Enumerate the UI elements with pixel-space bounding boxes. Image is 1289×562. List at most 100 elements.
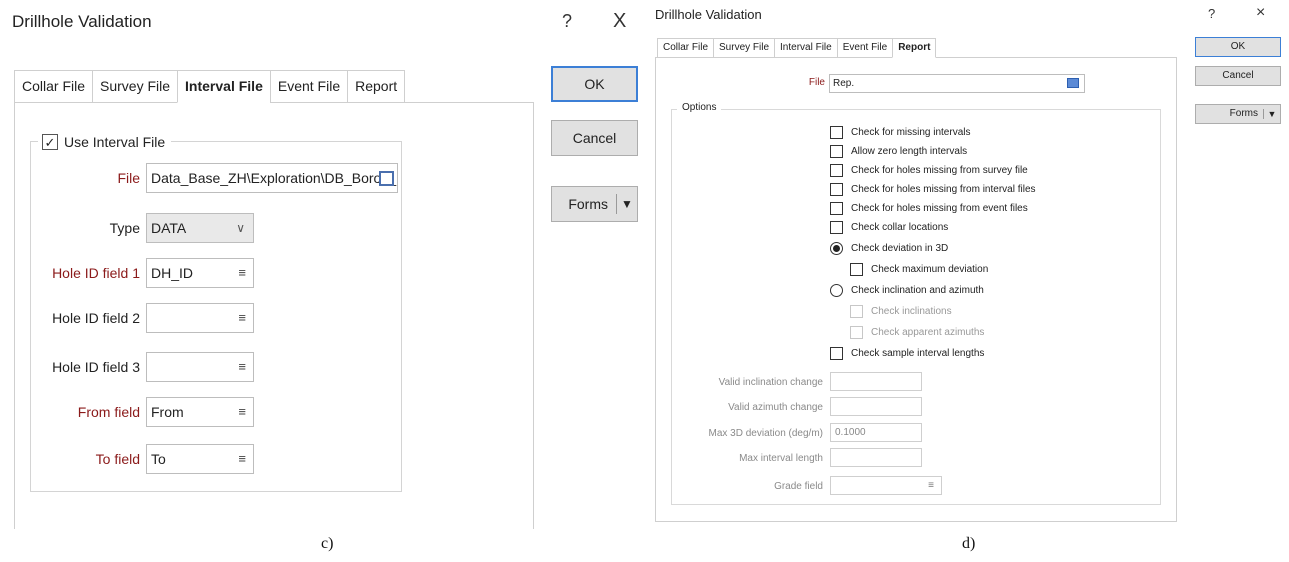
forms-label: Forms — [568, 196, 608, 212]
checkbox — [850, 304, 863, 318]
type-select[interactable]: DATA ∨ — [146, 213, 254, 243]
tab-collar-file[interactable]: Collar File — [657, 38, 714, 58]
field-list-icon[interactable]: ≡ — [928, 477, 934, 494]
from-field-input[interactable]: From ≡ — [146, 397, 254, 427]
type-label: Type — [109, 220, 140, 236]
option-apparent-azimuths: Check apparent azimuths — [830, 325, 1036, 339]
checkbox[interactable] — [830, 220, 843, 234]
hole-id-field-2-input[interactable]: ≡ — [146, 303, 254, 333]
file-path: Data_Base_ZH\Exploration\DB_Borov_Doll_ — [151, 170, 397, 186]
max-3d-deviation-input[interactable]: 0.1000 — [830, 423, 922, 442]
azimuth-change-label: Valid azimuth change — [728, 402, 823, 413]
option-zero-length[interactable]: Allow zero length intervals — [830, 144, 1036, 158]
field-list-icon[interactable]: ≡ — [238, 304, 246, 332]
tab-bar: Collar File Survey File Interval File Ev… — [657, 38, 937, 58]
incl-change-input[interactable] — [830, 372, 922, 391]
checkbox[interactable] — [830, 201, 843, 215]
help-icon[interactable]: ? — [562, 11, 572, 32]
field-list-icon[interactable]: ≡ — [238, 259, 246, 287]
option-label: Allow zero length intervals — [851, 145, 968, 157]
option-missing-interval[interactable]: Check for holes missing from interval fi… — [830, 182, 1036, 196]
field-list-icon[interactable]: ≡ — [238, 398, 246, 426]
dropdown-arrow-icon[interactable]: ▼ — [1264, 105, 1280, 123]
tab-interval-file[interactable]: Interval File — [774, 38, 837, 58]
option-missing-event[interactable]: Check for holes missing from event files — [830, 201, 1036, 215]
ok-button[interactable]: OK — [551, 66, 638, 102]
option-incl-azimuth[interactable]: Check inclination and azimuth — [830, 283, 1036, 297]
max-3d-deviation-label: Max 3D deviation (deg/m) — [708, 428, 824, 439]
azimuth-change-input[interactable] — [830, 397, 922, 416]
option-deviation-3d[interactable]: Check deviation in 3D — [830, 241, 1036, 255]
hole-id-field-1-input[interactable]: DH_ID ≡ — [146, 258, 254, 288]
tab-report[interactable]: Report — [347, 70, 406, 103]
tab-bar: Collar File Survey File Interval File Ev… — [14, 70, 406, 103]
tab-report[interactable]: Report — [892, 38, 937, 58]
checkbox[interactable] — [830, 144, 843, 158]
grade-field-input[interactable]: ≡ — [830, 476, 942, 495]
max-interval-input[interactable] — [830, 448, 922, 467]
checkbox[interactable] — [830, 163, 843, 177]
help-icon[interactable]: ? — [1208, 6, 1215, 21]
option-label: Check inclinations — [871, 305, 952, 317]
hole-id-field-1-label: Hole ID field 1 — [52, 265, 140, 281]
tab-collar-file[interactable]: Collar File — [14, 70, 93, 103]
option-label: Check deviation in 3D — [851, 242, 949, 254]
radio[interactable] — [830, 283, 843, 297]
to-field-label: To field — [95, 451, 140, 467]
checkbox[interactable] — [830, 182, 843, 196]
close-icon[interactable]: × — [1256, 4, 1265, 22]
checkbox[interactable] — [830, 346, 843, 360]
dropdown-arrow-icon[interactable]: ▼ — [617, 187, 637, 221]
option-label: Check for holes missing from survey file — [851, 164, 1028, 176]
option-label: Check for holes missing from event files — [851, 202, 1028, 214]
file-browse-icon[interactable] — [379, 171, 394, 186]
forms-label: Forms — [1229, 108, 1258, 119]
cancel-button[interactable]: Cancel — [1195, 66, 1281, 86]
checkbox[interactable] — [830, 125, 843, 139]
tab-event-file[interactable]: Event File — [269, 70, 348, 103]
file-browse-icon[interactable] — [1067, 78, 1079, 88]
chevron-down-icon: ∨ — [236, 221, 245, 235]
file-input[interactable]: Data_Base_ZH\Exploration\DB_Borov_Doll_ — [146, 163, 398, 193]
tab-survey-file[interactable]: Survey File — [713, 38, 775, 58]
tab-interval-file[interactable]: Interval File — [177, 70, 270, 103]
to-field-value: To — [151, 451, 166, 467]
forms-button[interactable]: Forms ▼ — [1195, 104, 1281, 124]
option-label: Check collar locations — [851, 221, 949, 233]
radio-selected[interactable] — [830, 241, 843, 255]
tab-event-file[interactable]: Event File — [836, 38, 893, 58]
use-interval-file-toggle[interactable]: ✓ Use Interval File — [38, 131, 172, 153]
from-field-label: From field — [77, 404, 140, 420]
hole-id-field-3-input[interactable]: ≡ — [146, 352, 254, 382]
report-file-value: Rep. — [833, 78, 855, 89]
cancel-button[interactable]: Cancel — [551, 120, 638, 156]
option-missing-survey[interactable]: Check for holes missing from survey file — [830, 163, 1036, 177]
grade-field-label: Grade field — [774, 481, 823, 492]
to-field-input[interactable]: To ≡ — [146, 444, 254, 474]
option-label: Check apparent azimuths — [871, 326, 985, 338]
options-legend: Options — [677, 102, 722, 113]
forms-button[interactable]: Forms ▼ — [551, 186, 638, 222]
tab-survey-file[interactable]: Survey File — [92, 70, 178, 103]
option-missing-intervals[interactable]: Check for missing intervals — [830, 125, 1036, 139]
hole-id-field-2-label: Hole ID field 2 — [52, 310, 140, 326]
option-label: Check maximum deviation — [871, 263, 989, 275]
use-interval-file-checkbox[interactable]: ✓ — [42, 134, 58, 150]
option-max-deviation[interactable]: Check maximum deviation — [830, 262, 1036, 276]
type-value: DATA — [151, 220, 187, 236]
option-sample-lengths[interactable]: Check sample interval lengths — [830, 346, 1036, 360]
use-interval-file-label: Use Interval File — [64, 134, 166, 150]
caption-c: c) — [321, 535, 334, 552]
field-list-icon[interactable]: ≡ — [238, 353, 246, 381]
close-icon[interactable]: X — [613, 10, 626, 33]
option-collar-locations[interactable]: Check collar locations — [830, 220, 1036, 234]
checkbox[interactable] — [850, 262, 863, 276]
file-label: File — [808, 77, 825, 88]
report-file-input[interactable]: Rep. — [829, 74, 1085, 93]
ok-button[interactable]: OK — [1195, 37, 1281, 57]
option-label: Check inclination and azimuth — [851, 284, 984, 296]
field-list-icon[interactable]: ≡ — [238, 445, 246, 473]
hole-id-field-3-label: Hole ID field 3 — [52, 359, 140, 375]
checkbox — [850, 325, 863, 339]
hole-id-field-1-value: DH_ID — [151, 265, 194, 281]
